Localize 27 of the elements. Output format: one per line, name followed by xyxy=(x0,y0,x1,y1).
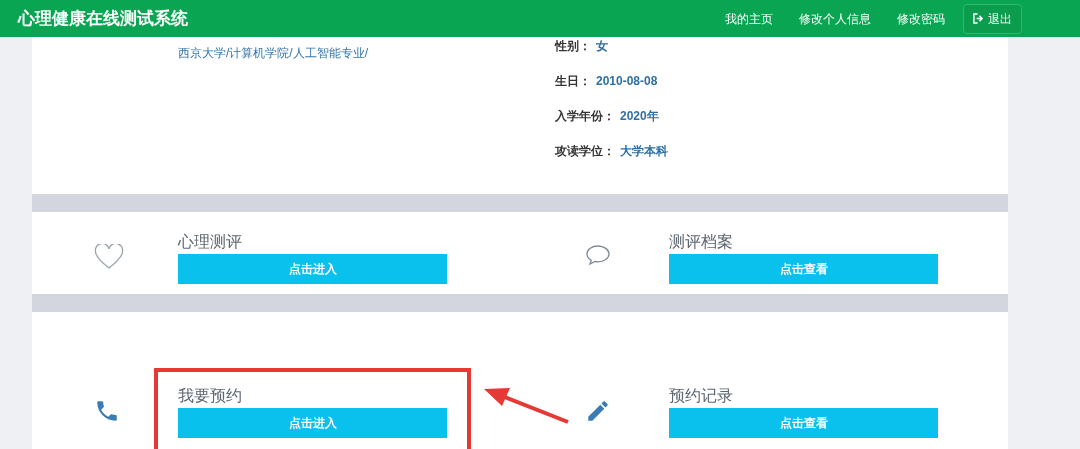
heart-icon xyxy=(94,244,124,270)
field-value: 2010-08-08 xyxy=(596,73,658,90)
module-button[interactable]: 点击进入 xyxy=(178,254,447,284)
school-path: 西京大学/计算机学院/人工智能专业/ xyxy=(178,45,368,62)
nav-link[interactable]: 我的主页 xyxy=(725,9,773,28)
module-button[interactable]: 点击查看 xyxy=(669,408,938,438)
module-title: 预约记录 xyxy=(669,386,733,406)
logout-button[interactable]: 退出 xyxy=(963,3,1022,34)
module-button[interactable]: 点击查看 xyxy=(669,254,938,284)
field-value: 大学本科 xyxy=(620,143,668,160)
field-value: 女 xyxy=(596,38,608,55)
field-label: 入学年份： xyxy=(555,108,615,125)
phone-icon xyxy=(94,398,120,424)
module-title: 我要预约 xyxy=(178,386,242,406)
pencil-icon xyxy=(585,398,611,424)
field-label: 生日： xyxy=(555,73,591,90)
module-title: 测评档案 xyxy=(669,232,733,252)
nav-link[interactable]: 修改密码 xyxy=(897,9,945,28)
logout-icon xyxy=(973,13,984,24)
field-label: 性别： xyxy=(555,38,591,55)
module-title: 心理测评 xyxy=(178,232,242,252)
module-button[interactable]: 点击进入 xyxy=(178,408,447,438)
speech-bubble-icon xyxy=(585,244,611,266)
field-value: 2020年 xyxy=(620,108,659,125)
field-label: 攻读学位： xyxy=(555,143,615,160)
site-title: 心理健康在线测试系统 xyxy=(18,7,189,30)
nav-link[interactable]: 修改个人信息 xyxy=(799,9,871,28)
